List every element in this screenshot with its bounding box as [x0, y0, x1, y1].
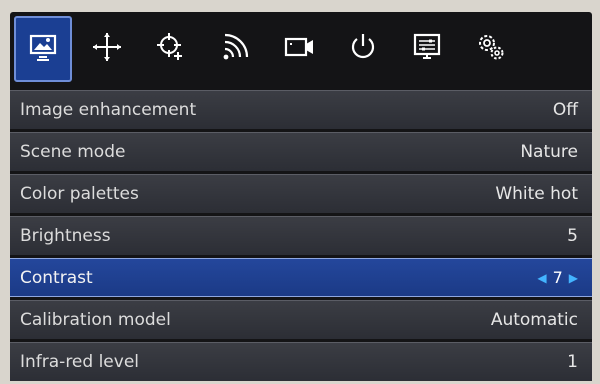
menu-item-color-palettes[interactable]: Color palettes White hot [10, 174, 592, 213]
menu-item-value: White hot [495, 184, 578, 204]
menu-item-brightness[interactable]: Brightness 5 [10, 216, 592, 255]
increase-arrow-icon[interactable]: ▶ [569, 271, 578, 285]
settings-panel: Image enhancement Off Scene mode Nature … [10, 12, 592, 381]
menu-item-label: Color palettes [20, 184, 139, 204]
menu-item-value: 1 [567, 352, 578, 372]
menu-item-label: Calibration model [20, 310, 171, 330]
menu-item-value: Nature [520, 142, 578, 162]
display-settings-icon [410, 30, 444, 68]
tab-crosshair[interactable] [78, 16, 136, 82]
menu-item-scene-mode[interactable]: Scene mode Nature [10, 132, 592, 171]
tab-settings[interactable] [462, 16, 520, 82]
menu-item-value: Off [552, 100, 578, 120]
tab-display[interactable] [398, 16, 456, 82]
menu-item-value: 5 [567, 226, 578, 246]
menu-item-calibration-model[interactable]: Calibration model Automatic [10, 300, 592, 339]
wifi-icon [218, 30, 252, 68]
menu-item-label: Scene mode [20, 142, 126, 162]
menu-item-label: Image enhancement [20, 100, 197, 120]
tab-power[interactable] [334, 16, 392, 82]
menu-item-label: Contrast [20, 267, 93, 288]
toolbar [10, 12, 592, 86]
image-icon [26, 30, 60, 68]
menu-item-value: 7 [552, 268, 563, 287]
menu-item-image-enhancement[interactable]: Image enhancement Off [10, 90, 592, 129]
menu-item-label: Infra-red level [20, 352, 140, 372]
tab-image[interactable] [14, 16, 72, 82]
power-icon [346, 30, 380, 68]
target-calibrate-icon [154, 30, 188, 68]
contrast-stepper[interactable]: ◀ 7 ▶ [537, 268, 578, 287]
tab-calibrate[interactable] [142, 16, 200, 82]
menu-item-infra-red-level[interactable]: Infra-red level 1 [10, 342, 592, 381]
video-camera-icon [282, 30, 316, 68]
tab-video[interactable] [270, 16, 328, 82]
menu-item-contrast[interactable]: Contrast ◀ 7 ▶ [10, 258, 592, 297]
tab-wifi[interactable] [206, 16, 264, 82]
settings-gears-icon [474, 30, 508, 68]
settings-menu: Image enhancement Off Scene mode Nature … [10, 90, 592, 384]
menu-item-value: Automatic [490, 310, 578, 330]
menu-item-label: Brightness [20, 226, 111, 246]
decrease-arrow-icon[interactable]: ◀ [537, 271, 546, 285]
crosshair-move-icon [90, 30, 124, 68]
